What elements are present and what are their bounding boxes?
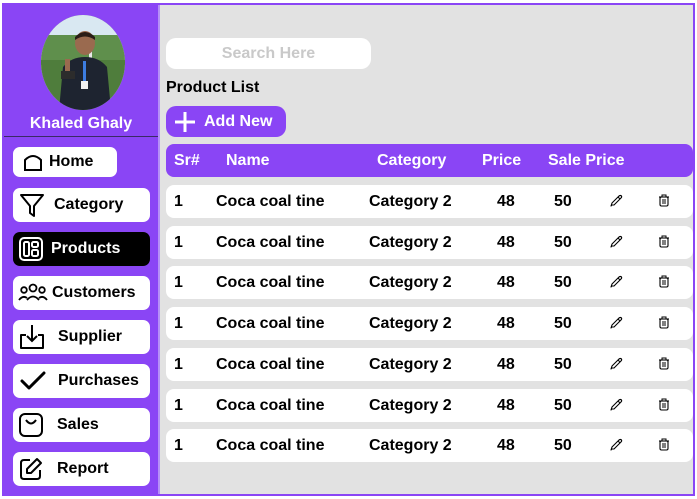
- delete-icon[interactable]: [658, 194, 670, 207]
- delete-icon[interactable]: [658, 398, 670, 411]
- sidebar-item-report[interactable]: Report: [13, 452, 150, 486]
- cell-sr: 1: [174, 234, 183, 251]
- cell-category: Category 2: [369, 234, 452, 251]
- delete-icon[interactable]: [658, 316, 670, 329]
- cell-price: 48: [497, 234, 515, 251]
- cell-category: Category 2: [369, 397, 452, 414]
- sidebar-item-label: Products: [51, 240, 121, 257]
- bag-icon: [18, 412, 44, 438]
- sidebar-item-label: Report: [57, 460, 109, 477]
- sidebar-item-label: Home: [49, 153, 94, 170]
- cell-sr: 1: [174, 437, 183, 454]
- cell-price: 48: [497, 356, 515, 373]
- cell-name: Coca coal tine: [216, 397, 325, 414]
- add-new-button[interactable]: Add New: [166, 106, 286, 137]
- sidebar-item-label: Sales: [57, 416, 99, 433]
- home-icon: [22, 152, 44, 172]
- header-price: Price: [482, 152, 522, 169]
- user-divider: [4, 136, 158, 137]
- users-icon: [18, 283, 48, 303]
- sidebar-item-customers[interactable]: Customers: [13, 276, 150, 310]
- table-row[interactable]: 1 Coca coal tine Category 2 48 50: [166, 348, 693, 381]
- sidebar-item-sales[interactable]: Sales: [13, 408, 150, 442]
- avatar[interactable]: [41, 15, 125, 110]
- download-icon: [17, 323, 47, 351]
- header-sr: Sr#: [174, 152, 200, 169]
- add-new-label: Add New: [204, 112, 273, 130]
- cell-name: Coca coal tine: [216, 356, 325, 373]
- cell-price: 48: [497, 193, 515, 210]
- edit-icon: [19, 457, 43, 481]
- plus-icon: [174, 111, 196, 133]
- main-content: Product List Add New Sr# Name Category P…: [160, 5, 693, 494]
- cell-sale-price: 50: [554, 315, 572, 332]
- table-row[interactable]: 1 Coca coal tine Category 2 48 50: [166, 389, 693, 422]
- edit-icon[interactable]: [609, 235, 623, 249]
- cell-category: Category 2: [369, 437, 452, 454]
- sidebar-item-category[interactable]: Category: [13, 188, 150, 222]
- cell-sale-price: 50: [554, 234, 572, 251]
- cell-category: Category 2: [369, 356, 452, 373]
- cell-price: 48: [497, 437, 515, 454]
- sidebar-item-label: Category: [54, 196, 124, 213]
- edit-icon[interactable]: [609, 438, 623, 452]
- sidebar-item-purchases[interactable]: Purchases: [13, 364, 150, 398]
- sidebar-item-supplier[interactable]: Supplier: [13, 320, 150, 354]
- cell-sr: 1: [174, 193, 183, 210]
- cell-sr: 1: [174, 315, 183, 332]
- sidebar-item-label: Customers: [52, 284, 136, 301]
- edit-icon[interactable]: [609, 194, 623, 208]
- cell-category: Category 2: [369, 193, 452, 210]
- cell-sale-price: 50: [554, 437, 572, 454]
- header-name: Name: [226, 152, 270, 169]
- sidebar-item-label: Purchases: [58, 372, 139, 389]
- cell-sale-price: 50: [554, 397, 572, 414]
- cell-category: Category 2: [369, 315, 452, 332]
- cell-sr: 1: [174, 274, 183, 291]
- delete-icon[interactable]: [658, 357, 670, 370]
- cell-price: 48: [497, 397, 515, 414]
- table-row[interactable]: 1 Coca coal tine Category 2 48 50: [166, 266, 693, 299]
- header-sale-price: Sale Price: [548, 152, 625, 169]
- sidebar-item-products[interactable]: Products: [13, 232, 150, 266]
- sidebar-item-label: Supplier: [58, 328, 123, 345]
- sidebar-item-home[interactable]: Home: [13, 147, 117, 177]
- app-window: Khaled Ghaly Home Category Products Cust…: [2, 3, 695, 496]
- cell-sale-price: 50: [554, 193, 572, 210]
- check-icon: [20, 370, 46, 392]
- delete-icon[interactable]: [658, 275, 670, 288]
- delete-icon[interactable]: [658, 235, 670, 248]
- edit-icon[interactable]: [609, 316, 623, 330]
- cell-sale-price: 50: [554, 356, 572, 373]
- grid-icon: [18, 236, 44, 262]
- cell-name: Coca coal tine: [216, 315, 325, 332]
- cell-sr: 1: [174, 397, 183, 414]
- edit-icon[interactable]: [609, 357, 623, 371]
- table-row[interactable]: 1 Coca coal tine Category 2 48 50: [166, 185, 693, 218]
- cell-category: Category 2: [369, 274, 452, 291]
- header-category: Category: [377, 152, 447, 169]
- edit-icon[interactable]: [609, 398, 623, 412]
- cell-price: 48: [497, 274, 515, 291]
- filter-icon: [18, 191, 46, 219]
- cell-name: Coca coal tine: [216, 437, 325, 454]
- cell-name: Coca coal tine: [216, 274, 325, 291]
- table-row[interactable]: 1 Coca coal tine Category 2 48 50: [166, 226, 693, 259]
- table-row[interactable]: 1 Coca coal tine Category 2 48 50: [166, 307, 693, 340]
- table-header: Sr# Name Category Price Sale Price: [166, 144, 693, 177]
- sidebar: Khaled Ghaly Home Category Products Cust…: [4, 5, 158, 494]
- cell-name: Coca coal tine: [216, 234, 325, 251]
- cell-price: 48: [497, 315, 515, 332]
- page-title: Product List: [166, 79, 260, 96]
- cell-sale-price: 50: [554, 274, 572, 291]
- edit-icon[interactable]: [609, 275, 623, 289]
- search-input[interactable]: [166, 38, 371, 69]
- cell-sr: 1: [174, 356, 183, 373]
- table-row[interactable]: 1 Coca coal tine Category 2 48 50: [166, 429, 693, 462]
- cell-name: Coca coal tine: [216, 193, 325, 210]
- user-name: Khaled Ghaly: [29, 115, 133, 132]
- delete-icon[interactable]: [658, 438, 670, 451]
